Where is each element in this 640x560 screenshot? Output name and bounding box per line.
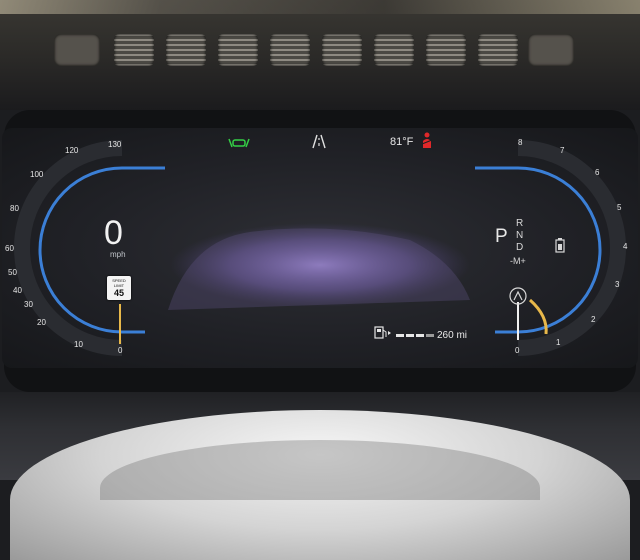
rpm-tick: 5 xyxy=(617,203,622,212)
manual-mode: -M+ xyxy=(510,256,526,266)
current-gear: P xyxy=(495,226,508,247)
rpm-tick: 7 xyxy=(560,146,565,155)
battery-icon xyxy=(555,238,565,253)
rpm-tick: 1 xyxy=(556,338,561,347)
lane-assist-icon xyxy=(228,138,250,148)
speed-tick: 40 xyxy=(13,286,22,295)
gear-n: N xyxy=(516,230,524,241)
speed-tick: 0 xyxy=(118,346,123,355)
rpm-tick: 6 xyxy=(595,168,600,177)
speed-tick: 130 xyxy=(108,140,122,149)
tachometer-track xyxy=(517,140,626,356)
speed-tick: 80 xyxy=(10,204,19,213)
speed-tick: 50 xyxy=(8,268,17,277)
speed-tick: 60 xyxy=(5,244,14,253)
fuel-pump-icon xyxy=(374,326,391,339)
speed-limit-sign: SPEED LIMIT 45 xyxy=(107,276,131,300)
speed-tick: 100 xyxy=(30,170,44,179)
outside-temperature: 81°F xyxy=(390,136,414,148)
speed-tick: 120 xyxy=(65,146,79,155)
current-speed: 0 xyxy=(104,214,123,252)
speed-unit: mph xyxy=(110,250,126,259)
speed-tick: 10 xyxy=(74,340,83,349)
rpm-tick: 8 xyxy=(518,138,523,147)
fuel-range: 260 mi xyxy=(437,330,468,341)
rpm-tick: 3 xyxy=(615,280,620,289)
road-lane-icon xyxy=(312,134,326,149)
rpm-tick: 0 xyxy=(515,346,520,355)
speed-tick: 30 xyxy=(24,300,33,309)
seatbelt-warning-icon xyxy=(421,132,433,148)
eco-gauge-icon xyxy=(509,287,527,305)
rpm-tick: 4 xyxy=(623,242,628,251)
speed-limit-value: 45 xyxy=(113,288,124,298)
gear-r: R xyxy=(516,218,524,229)
speed-tick: 20 xyxy=(37,318,46,327)
fuel-level-bar xyxy=(396,334,434,337)
gear-d: D xyxy=(516,242,524,253)
rpm-tick: 2 xyxy=(591,315,596,324)
